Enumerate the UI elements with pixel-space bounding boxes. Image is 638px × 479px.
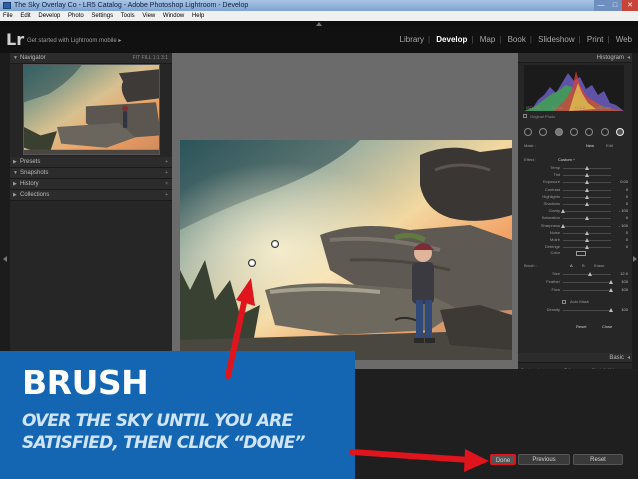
arrow-up-head-icon [236,278,255,306]
annotation-arrows [225,278,489,472]
arrow-right-head-icon [464,449,489,472]
arrow-to-done [349,449,473,463]
lightroom-window: The Sky Overlay Co - LR5 Catalog - Adobe… [0,0,638,479]
arrow-up-to-sky [225,295,248,379]
